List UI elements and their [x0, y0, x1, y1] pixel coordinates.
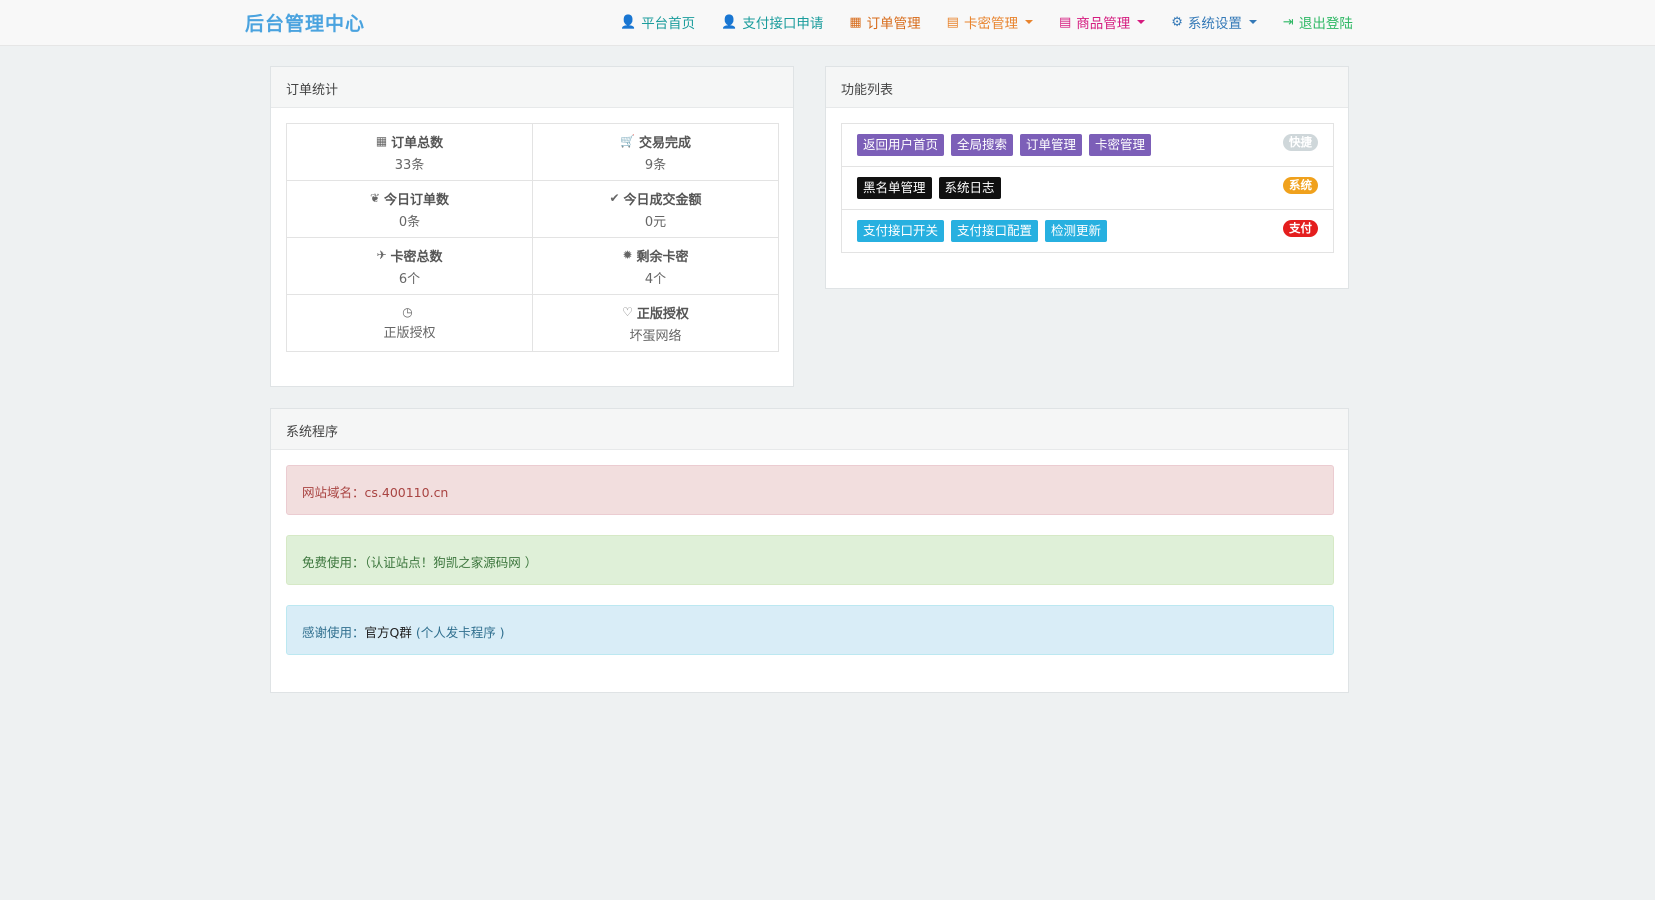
system-program-title: 系统程序	[271, 409, 1348, 450]
nav-settings-dropdown[interactable]: ⚙ 系统设置	[1171, 12, 1257, 32]
nav-payment-apply[interactable]: 👤 支付接口申请	[721, 12, 824, 33]
table-row: ▦ 订单总数 33条 🛒 交易完成 9条	[286, 123, 779, 181]
stat-cell: ◷ 正版授权	[286, 294, 533, 352]
caret-down-icon	[1024, 20, 1033, 24]
nav-cards-label: 卡密管理	[963, 16, 1018, 32]
function-list: 返回用户首页 全局搜索 订单管理 卡密管理 快捷 黑名单管理 系统日志 系统 支…	[841, 123, 1334, 253]
thanks-alert: 感谢使用：官方Q群 (个人发卡程序 )	[286, 605, 1334, 655]
order-stats-table: ▦ 订单总数 33条 🛒 交易完成 9条 ❦ 今日订单数 0条 ✔ 今日成交金额 0元 …	[286, 123, 779, 352]
qq-group-link[interactable]: 官方Q群	[365, 625, 412, 640]
dashboard-icon: ◷	[402, 305, 413, 319]
nav-payment-apply-label: 支付接口申请	[742, 16, 824, 32]
check-update-button[interactable]: 检测更新	[1045, 220, 1108, 242]
stat-label: 卡密总数	[390, 249, 443, 265]
nav-home[interactable]: 👤 平台首页	[620, 12, 696, 33]
stat-label: 交易完成	[638, 135, 691, 151]
order-stats-title: 订单统计	[271, 67, 793, 108]
card-management-button[interactable]: 卡密管理	[1089, 134, 1152, 156]
brand-title[interactable]: 后台管理中心	[245, 9, 365, 36]
nav-orders-label: 订单管理	[866, 16, 921, 32]
system-log-button[interactable]: 系统日志	[938, 177, 1001, 199]
thanks-label: 感谢使用：	[302, 625, 365, 640]
list-icon: ▤	[1058, 14, 1072, 30]
order-management-button[interactable]: 订单管理	[1020, 134, 1083, 156]
list-item: 黑名单管理 系统日志 系统	[842, 167, 1333, 210]
stat-cell: 🛒 交易完成 9条	[532, 123, 779, 181]
payment-switch-button[interactable]: 支付接口开关	[857, 220, 945, 242]
stat-label: 正版授权	[636, 306, 689, 322]
nav-products-label: 商品管理	[1076, 16, 1131, 32]
top-navbar: 后台管理中心 👤 平台首页 👤 支付接口申请 ▦ 订单管理 ▤ 卡密管理 ▤ 商…	[0, 0, 1655, 46]
stat-cell: ♡ 正版授权 坏蛋网络	[532, 294, 779, 352]
nav-settings-label: 系统设置	[1187, 16, 1242, 32]
stat-value: 4个	[644, 271, 667, 287]
main-nav: 👤 平台首页 👤 支付接口申请 ▦ 订单管理 ▤ 卡密管理 ▤ 商品管理 ⚙ 系…	[620, 12, 1379, 33]
stat-value: 正版授权	[383, 326, 436, 341]
domain-alert: 网站域名：cs.400110.cn	[286, 465, 1334, 515]
user-icon: 👤	[721, 14, 738, 30]
global-search-button[interactable]: 全局搜索	[951, 134, 1014, 156]
table-row: ❦ 今日订单数 0条 ✔ 今日成交金额 0元	[286, 180, 779, 238]
stat-label: 今日订单数	[384, 192, 450, 208]
blacklist-management-button[interactable]: 黑名单管理	[857, 177, 932, 199]
calendar-icon: ▦	[849, 14, 862, 30]
stat-value: 0条	[398, 214, 421, 230]
stat-cell: ✹ 剩余卡密 4个	[532, 237, 779, 295]
free-use-alert: 免费使用：（认证站点！狗凯之家源码网 ）	[286, 535, 1334, 585]
stat-value: 坏蛋网络	[629, 328, 682, 344]
cart-icon: 🛒	[620, 134, 635, 148]
function-list-title: 功能列表	[826, 67, 1348, 108]
system-badge: 系统	[1283, 177, 1318, 194]
domain-label: 网站域名：	[302, 485, 365, 500]
gear-icon: ⚙	[1171, 14, 1183, 30]
list-item: 返回用户首页 全局搜索 订单管理 卡密管理 快捷	[842, 124, 1333, 167]
stat-value: 6个	[398, 271, 421, 287]
stat-value: 0元	[644, 214, 667, 230]
table-row: ✈ 卡密总数 6个 ✹ 剩余卡密 4个	[286, 237, 779, 295]
user-icon: 👤	[620, 14, 637, 30]
nav-cards-dropdown[interactable]: ▤ 卡密管理	[947, 12, 1033, 32]
table-row: ◷ 正版授权 ♡ 正版授权 坏蛋网络	[286, 294, 779, 352]
certificate-icon: ✹	[622, 248, 633, 262]
nav-logout[interactable]: ⇥ 退出登陆	[1282, 12, 1353, 33]
caret-down-icon	[1248, 20, 1257, 24]
plane-icon: ✈	[376, 248, 387, 262]
shortcut-badge: 快捷	[1283, 134, 1318, 151]
function-list-panel: 功能列表 返回用户首页 全局搜索 订单管理 卡密管理 快捷 黑名单管理 系统日志…	[825, 66, 1349, 289]
check-icon: ✔	[609, 191, 620, 205]
caret-down-icon	[1137, 20, 1146, 24]
nav-orders[interactable]: ▦ 订单管理	[849, 12, 921, 33]
list-icon: ▤	[946, 14, 959, 30]
stat-value: 33条	[394, 157, 425, 173]
domain-value: cs.400110.cn	[364, 485, 449, 500]
heart-icon: ♡	[622, 305, 633, 319]
stat-label: 今日成交金额	[623, 192, 702, 208]
order-stats-panel: 订单统计 ▦ 订单总数 33条 🛒 交易完成 9条 ❦ 今日订单数 0条 ✔ 今日成交金…	[270, 66, 794, 387]
payment-badge: 支付	[1283, 220, 1318, 237]
logout-icon: ⇥	[1282, 14, 1294, 30]
nav-home-label: 平台首页	[641, 16, 696, 32]
stat-label: 订单总数	[391, 135, 444, 151]
return-user-home-button[interactable]: 返回用户首页	[857, 134, 945, 156]
system-program-panel: 系统程序 网站域名：cs.400110.cn 免费使用：（认证站点！狗凯之家源码…	[270, 408, 1349, 693]
thanks-suffix: (个人发卡程序 )	[411, 625, 505, 640]
stat-cell: ❦ 今日订单数 0条	[286, 180, 533, 238]
grid-icon: ▦	[375, 134, 388, 148]
stat-cell: ✔ 今日成交金额 0元	[532, 180, 779, 238]
list-item: 支付接口开关 支付接口配置 检测更新 支付	[842, 210, 1333, 252]
free-use-text: 免费使用：（认证站点！狗凯之家源码网 ）	[302, 555, 538, 570]
stat-cell: ✈ 卡密总数 6个	[286, 237, 533, 295]
payment-config-button[interactable]: 支付接口配置	[951, 220, 1039, 242]
stat-label: 剩余卡密	[636, 249, 689, 265]
stat-cell: ▦ 订单总数 33条	[286, 123, 533, 181]
nav-products-dropdown[interactable]: ▤ 商品管理	[1058, 12, 1146, 32]
nav-logout-label: 退出登陆	[1298, 16, 1353, 32]
stat-value: 9条	[644, 157, 667, 173]
leaf-icon: ❦	[369, 191, 381, 205]
